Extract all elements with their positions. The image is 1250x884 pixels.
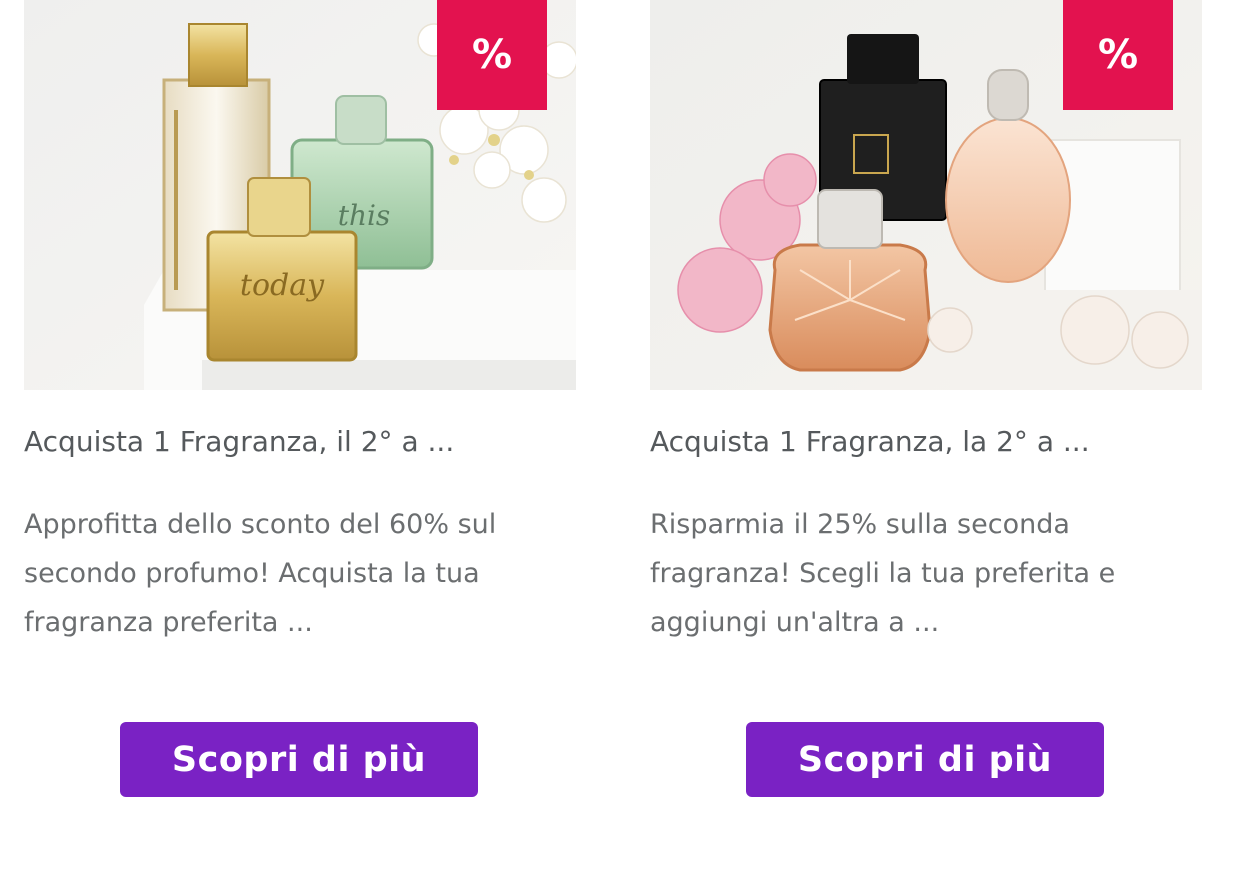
offer-description: Approfitta dello sconto del 60% sul seco… bbox=[24, 509, 497, 638]
percent-icon: % bbox=[1097, 32, 1139, 78]
percent-icon: % bbox=[471, 32, 513, 78]
svg-text:this: this bbox=[338, 199, 391, 232]
offer-title[interactable]: Acquista 1 Fragranza, la 2° a ... bbox=[650, 422, 1202, 462]
promo-card-2: % Acquista 1 Fragranza, la 2° a ... Risp… bbox=[650, 0, 1202, 884]
offer-description: Risparmia il 25% sulla seconda fragranza… bbox=[650, 509, 1116, 638]
product-image-1[interactable]: this today % bbox=[24, 0, 576, 390]
offer-title[interactable]: Acquista 1 Fragranza, il 2° a ... bbox=[24, 422, 576, 462]
promo-card-1: this today % Acquista 1 Fragranza, il 2°… bbox=[24, 0, 576, 884]
product-image-2[interactable]: % bbox=[650, 0, 1202, 390]
discount-badge: % bbox=[1063, 0, 1173, 110]
image-logo-text: today bbox=[240, 268, 325, 303]
discover-more-button[interactable]: Scopri di più bbox=[746, 722, 1104, 797]
discover-more-button[interactable]: Scopri di più bbox=[120, 722, 478, 797]
discount-badge: % bbox=[437, 0, 547, 110]
promo-cards: this today % Acquista 1 Fragranza, il 2°… bbox=[0, 0, 1250, 884]
